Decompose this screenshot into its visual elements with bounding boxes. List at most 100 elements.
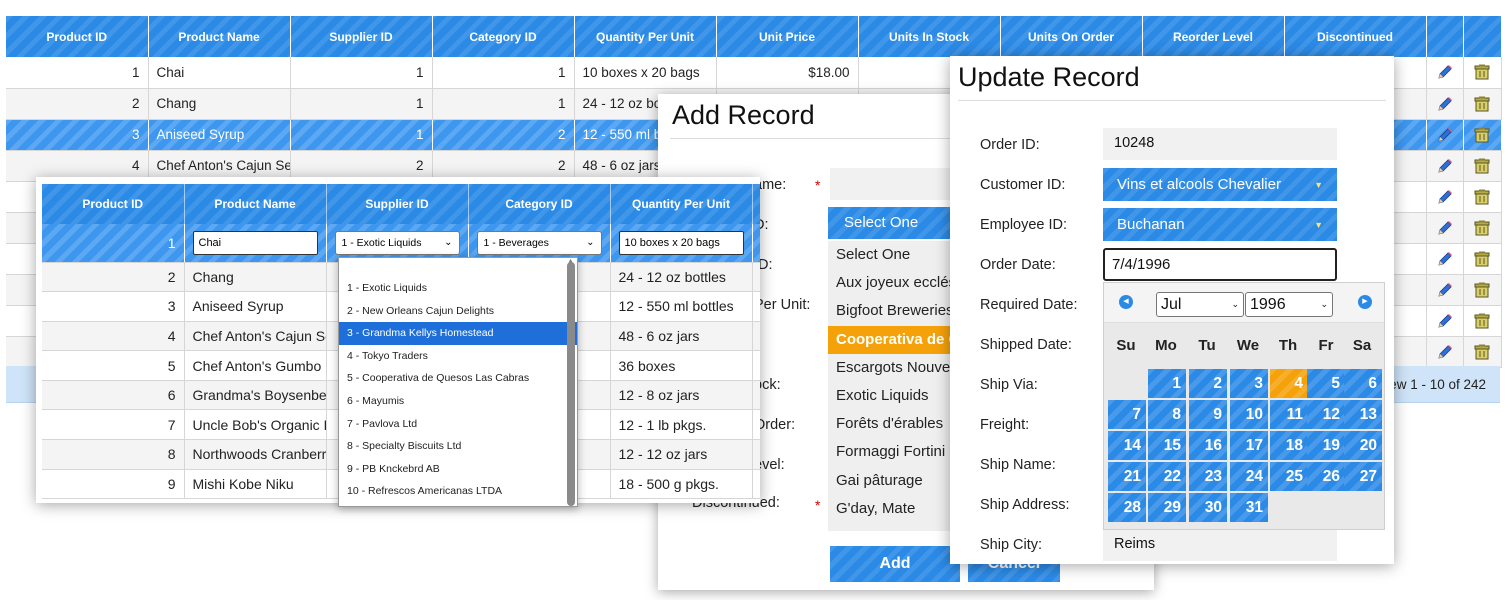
add-button[interactable]: Add (830, 546, 960, 582)
employee-id-select[interactable]: Buchanan ▼ (1103, 208, 1337, 241)
pencil-icon[interactable] (1436, 188, 1454, 204)
supplier-option[interactable]: 2 - New Orleans Cajun Delights (339, 300, 577, 323)
column-header-product-name[interactable]: Product Name (148, 16, 291, 57)
option-item-highlighted[interactable]: Cooperativa de Quesos (828, 325, 968, 354)
pencil-icon[interactable] (1436, 250, 1454, 266)
calendar-day[interactable]: 19 (1307, 431, 1345, 460)
supplier-option-selected[interactable]: 3 - Grandma Kellys Homestead (339, 322, 577, 345)
product-name-input[interactable]: Chai (192, 230, 318, 255)
year-select[interactable]: 1996 ⌄ (1245, 292, 1333, 317)
column-header-product-id[interactable]: Product ID (42, 184, 185, 224)
column-header-category-id[interactable]: Category ID (432, 16, 575, 57)
calendar-day[interactable]: 16 (1189, 431, 1227, 460)
calendar-day[interactable]: 26 (1307, 462, 1345, 491)
calendar-day[interactable]: 30 (1189, 493, 1227, 522)
supplier-option[interactable]: 5 - Cooperativa de Quesos Las Cabras (339, 367, 577, 390)
option-item[interactable]: Forêts d'érables (828, 410, 968, 438)
order-id-field[interactable]: 10248 (1103, 128, 1337, 160)
trash-icon[interactable] (1473, 250, 1491, 266)
calendar-day[interactable]: 13 (1344, 400, 1382, 429)
calendar-day[interactable]: 11 (1270, 400, 1308, 429)
column-header-units-in-stock[interactable]: Units In Stock (858, 16, 1001, 57)
calendar-day-selected[interactable]: 4 (1270, 369, 1308, 398)
arrow-left-icon[interactable]: ◀ (1119, 295, 1133, 309)
column-header-supplier-id[interactable]: Supplier ID (326, 184, 469, 224)
calendar-day[interactable]: 1 (1148, 369, 1186, 398)
pencil-icon[interactable] (1436, 157, 1454, 173)
calendar-day[interactable]: 3 (1230, 369, 1268, 398)
order-date-input[interactable]: 7/4/1996 (1103, 248, 1337, 281)
trash-icon[interactable] (1473, 157, 1491, 173)
calendar-day[interactable]: 27 (1344, 462, 1382, 491)
supplier-option[interactable]: 7 - Pavlova Ltd (339, 413, 577, 436)
calendar-day[interactable]: 18 (1270, 431, 1308, 460)
column-header-discontinued[interactable]: Discontinued (1284, 16, 1427, 57)
ship-city-field[interactable]: Reims (1103, 529, 1337, 561)
trash-icon[interactable] (1473, 219, 1491, 235)
option-item[interactable]: Gai pâturage (828, 467, 968, 495)
calendar-day[interactable]: 9 (1189, 400, 1227, 429)
calendar-day[interactable]: 24 (1230, 462, 1268, 491)
quantity-input[interactable]: 10 boxes x 20 bags (618, 230, 744, 255)
pencil-icon[interactable] (1436, 312, 1454, 328)
column-header-supplier-id[interactable]: Supplier ID (290, 16, 433, 57)
supplier-option[interactable]: 9 - PB Knckebrd AB (339, 458, 577, 481)
scrollbar[interactable] (567, 262, 575, 506)
column-header-quantity-per-unit[interactable]: Quantity Per Unit (574, 16, 717, 57)
calendar-day[interactable]: 20 (1344, 431, 1382, 460)
customer-id-select[interactable]: Vins et alcools Chevalier ▼ (1103, 168, 1337, 201)
trash-icon[interactable] (1473, 281, 1491, 297)
option-item[interactable]: Select One (828, 241, 968, 269)
column-header-units-on-order[interactable]: Units On Order (1000, 16, 1143, 57)
supplier-option[interactable]: 6 - Mayumis (339, 390, 577, 413)
calendar-day[interactable]: 25 (1270, 462, 1308, 491)
option-item[interactable]: Exotic Liquids (828, 382, 968, 410)
category-select[interactable]: 1 - Beverages ⌄ (476, 230, 602, 255)
trash-icon[interactable] (1473, 188, 1491, 204)
calendar-day[interactable]: 28 (1108, 493, 1146, 522)
calendar-day[interactable]: 17 (1230, 431, 1268, 460)
calendar-day[interactable]: 31 (1230, 493, 1268, 522)
column-header-product-id[interactable]: Product ID (6, 16, 149, 57)
trash-icon[interactable] (1473, 64, 1491, 80)
supplier-option[interactable]: 8 - Specialty Biscuits Ltd (339, 435, 577, 458)
calendar-day[interactable]: 23 (1189, 462, 1227, 491)
calendar-day[interactable]: 21 (1108, 462, 1146, 491)
calendar-day[interactable]: 12 (1307, 400, 1345, 429)
trash-icon[interactable] (1473, 95, 1491, 111)
pencil-icon[interactable] (1436, 126, 1454, 142)
supplier-option[interactable]: 10 - Refrescos Americanas LTDA (339, 480, 577, 503)
supplier-select[interactable]: 1 - Exotic Liquids ⌄ (334, 230, 460, 255)
calendar-day[interactable]: 6 (1344, 369, 1382, 398)
column-header-unit-price[interactable]: Unit Price (716, 16, 859, 57)
pencil-icon[interactable] (1436, 64, 1454, 79)
column-header-product-name[interactable]: Product Name (184, 184, 327, 224)
column-header-category-id[interactable]: Category ID (468, 184, 611, 224)
option-item[interactable]: Bigfoot Breweries (828, 297, 968, 325)
pencil-icon[interactable] (1436, 95, 1454, 111)
pencil-icon[interactable] (1436, 343, 1454, 359)
trash-icon[interactable] (1473, 312, 1491, 328)
pencil-icon[interactable] (1436, 281, 1454, 297)
calendar-day[interactable]: 5 (1307, 369, 1345, 398)
trash-icon[interactable] (1473, 126, 1491, 142)
supplier-option[interactable]: 4 - Tokyo Traders (339, 345, 577, 368)
month-select[interactable]: Jul ⌄ (1156, 292, 1244, 317)
option-item[interactable]: G'day, Mate (828, 495, 968, 523)
pencil-icon[interactable] (1436, 219, 1454, 235)
calendar-day[interactable]: 14 (1108, 431, 1146, 460)
column-header-reorder-level[interactable]: Reorder Level (1142, 16, 1285, 57)
calendar-day[interactable]: 22 (1148, 462, 1186, 491)
option-item[interactable]: Aux joyeux ecclésiastiques (828, 269, 968, 297)
calendar-day[interactable]: 2 (1189, 369, 1227, 398)
calendar-day[interactable]: 29 (1148, 493, 1186, 522)
option-item[interactable]: Escargots Nouveaux (828, 354, 968, 382)
option-item[interactable]: Formaggi Fortini s.r.l. (828, 438, 968, 466)
supplier-option[interactable]: 1 - Exotic Liquids (339, 277, 577, 300)
calendar-day[interactable]: 8 (1148, 400, 1186, 429)
calendar-day[interactable]: 7 (1108, 400, 1146, 429)
column-header-quantity-per-unit[interactable]: Quantity Per Unit (610, 184, 753, 224)
arrow-right-icon[interactable]: ▶ (1358, 295, 1372, 309)
calendar-day[interactable]: 15 (1148, 431, 1186, 460)
calendar-day[interactable]: 10 (1230, 400, 1268, 429)
